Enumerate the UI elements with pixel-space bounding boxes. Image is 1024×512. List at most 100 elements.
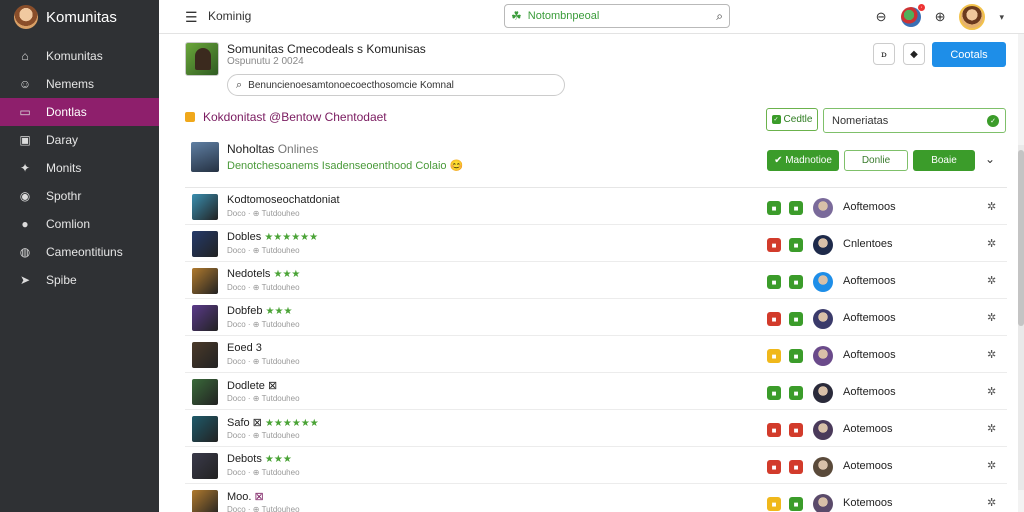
status-icon[interactable]: ■	[767, 386, 781, 400]
online-avatar	[191, 142, 219, 172]
status-icon[interactable]: ■	[789, 238, 803, 252]
sidebar-item[interactable]: ▣ Daray	[0, 126, 159, 154]
brand[interactable]: Komunitas	[0, 0, 159, 34]
table-row[interactable]: Kodtomoseochatdoniat Doco · ⊕ Tutdouheo …	[185, 188, 1007, 225]
row-status: Kotemoos	[843, 497, 893, 509]
game-thumbnail	[192, 305, 218, 331]
section-select[interactable]: Nomeriatas ✓	[823, 108, 1006, 133]
status-icon[interactable]: ■	[767, 349, 781, 363]
sidebar-item[interactable]: ◉ Spothr	[0, 182, 159, 210]
brand-avatar	[14, 5, 38, 29]
more-icon[interactable]: ✲	[987, 496, 996, 509]
approve-button[interactable]: ✔ Madnotioe	[767, 150, 839, 171]
sidebar-item-label: Monits	[46, 161, 82, 175]
status-icon[interactable]: ■	[789, 497, 803, 511]
sidebar-item[interactable]: ● Comlion	[0, 210, 159, 238]
table-row[interactable]: Debots ★★★ Doco · ⊕ Tutdouheo ■ ■ Aotemo…	[185, 447, 1007, 484]
top-bar: ☰ Kominig ☘ ⌕ ⊖ · ⊕ ▾	[159, 0, 1024, 34]
status-icon[interactable]: ■	[767, 312, 781, 326]
main-content: Somunitas Cmecodeals s Komunisas Ospunut…	[159, 34, 1018, 512]
sort-icon[interactable]: ⊕	[935, 9, 946, 25]
table-row[interactable]: Nedotels ★★★ Doco · ⊕ Tutdouheo ■ ■ Aoft…	[185, 262, 1007, 299]
search-input[interactable]	[527, 10, 717, 22]
status-icon[interactable]: ■	[767, 201, 781, 215]
status-icon[interactable]: ■	[789, 423, 803, 437]
table-row[interactable]: Dodlete ⊠ Doco · ⊕ Tutdouheo ■ ■ Aoftemo…	[185, 373, 1007, 410]
edit-button[interactable]: ꭰ	[873, 43, 895, 65]
row-status: Aoftemoos	[843, 275, 896, 287]
row-subtitle: Doco · ⊕ Tutdouheo	[227, 468, 300, 477]
more-icon[interactable]: ✲	[987, 311, 996, 324]
table-row[interactable]: Eoed 3 Doco · ⊕ Tutdouheo ■ ■ Aoftemoos …	[185, 336, 1007, 373]
more-icon[interactable]: ✲	[987, 348, 996, 361]
sidebar-item-label: Spibe	[46, 273, 77, 287]
secondary-button[interactable]: Donlie	[844, 150, 908, 171]
section-title: Kokdonitast @Bentow Chentodaet	[203, 110, 387, 124]
more-icon[interactable]: ✲	[987, 200, 996, 213]
sidebar-item[interactable]: ➤ Spibe	[0, 266, 159, 294]
status-icon[interactable]: ■	[789, 312, 803, 326]
confirm-button[interactable]: Boaie	[913, 150, 975, 171]
sidebar-item[interactable]: ✦ Monits	[0, 154, 159, 182]
folder-icon: ▭	[19, 105, 31, 119]
avatar	[813, 198, 833, 218]
primary-button[interactable]: Cootals	[932, 42, 1006, 67]
menu-icon[interactable]: ☰	[185, 9, 198, 26]
chevron-down-icon[interactable]: ⌄	[985, 152, 995, 166]
status-icon[interactable]: ■	[789, 386, 803, 400]
table-row[interactable]: Moo. ⊠ Doco · ⊕ Tutdouheo ■ ■ Kotemoos ✲	[185, 484, 1007, 512]
shield-button[interactable]: ◆	[903, 43, 925, 65]
user-avatar[interactable]	[959, 4, 986, 30]
table-row[interactable]: Safo ⊠ ★★★★★★ Doco · ⊕ Tutdouheo ■ ■ Aot…	[185, 410, 1007, 447]
game-thumbnail	[192, 231, 218, 257]
status-icon[interactable]: ■	[767, 275, 781, 289]
status-icon[interactable]: ■	[767, 460, 781, 474]
group-subtitle: Ospunutu 2 0024	[227, 56, 304, 67]
table-row[interactable]: Dobles ★★★★★★ Doco · ⊕ Tutdouheo ■ ■ Cnl…	[185, 225, 1007, 262]
search-box[interactable]: ☘ ⌕	[504, 4, 730, 28]
chevron-down-icon[interactable]: ▾	[999, 12, 1004, 23]
status-icon[interactable]: ■	[789, 275, 803, 289]
status-icon[interactable]: ■	[767, 238, 781, 252]
more-icon[interactable]: ✲	[987, 459, 996, 472]
record-icon[interactable]: ⊖	[876, 9, 887, 25]
sidebar-item[interactable]: ▭ Dontlas	[0, 98, 159, 126]
group-search-input[interactable]	[248, 79, 556, 91]
row-title: Safo ⊠ ★★★★★★	[227, 416, 319, 429]
scrollbar[interactable]	[1018, 145, 1024, 490]
online-status: Onlines	[277, 142, 319, 156]
location-icon: ◉	[19, 189, 31, 203]
check-icon: ✓	[987, 115, 999, 127]
more-icon[interactable]: ✲	[987, 422, 996, 435]
status-icon[interactable]: ■	[789, 460, 803, 474]
sidebar-item[interactable]: ☺ Nemems	[0, 70, 159, 98]
game-thumbnail	[192, 379, 218, 405]
row-name: Dobles	[227, 231, 262, 243]
status-icon[interactable]: ■	[789, 349, 803, 363]
group-search[interactable]: ⌕	[227, 74, 565, 96]
row-name: Kodtomoseochatdoniat	[227, 194, 340, 206]
more-icon[interactable]: ✲	[987, 237, 996, 250]
sidebar-item-label: Cameontitiuns	[46, 245, 123, 259]
status-icon[interactable]: ■	[789, 201, 803, 215]
online-name: Noholtas	[227, 142, 275, 156]
game-thumbnail	[192, 453, 218, 479]
game-thumbnail	[192, 416, 218, 442]
more-icon[interactable]: ✲	[987, 274, 996, 287]
rating-stars: ★★★	[264, 454, 292, 465]
sidebar-item-label: Daray	[46, 133, 79, 147]
search-icon[interactable]: ⌕	[716, 9, 723, 24]
sidebar-item[interactable]: ◍ Cameontitiuns	[0, 238, 159, 266]
sidebar-item[interactable]: ⌂ Komunitas	[0, 42, 159, 70]
scrollbar-thumb[interactable]	[1018, 150, 1024, 326]
sidebar-nav: ⌂ Komunitas ☺ Nemems ▭ Dontlas ▣ Daray ✦ Monits ◉ S…	[0, 42, 159, 294]
table-row[interactable]: Dobfeb ★★★ Doco · ⊕ Tutdouheo ■ ■ Aoftem…	[185, 299, 1007, 336]
section-small-button[interactable]: ✓ Cedtle	[766, 108, 818, 131]
more-icon[interactable]: ✲	[987, 385, 996, 398]
row-name: Moo.	[227, 491, 252, 503]
top-icons: ⊖ · ⊕ ▾	[876, 4, 1004, 30]
rating-stars: ★★★	[265, 306, 293, 317]
status-icon[interactable]: ■	[767, 497, 781, 511]
notifications-icon[interactable]: ·	[900, 4, 925, 27]
status-icon[interactable]: ■	[767, 423, 781, 437]
